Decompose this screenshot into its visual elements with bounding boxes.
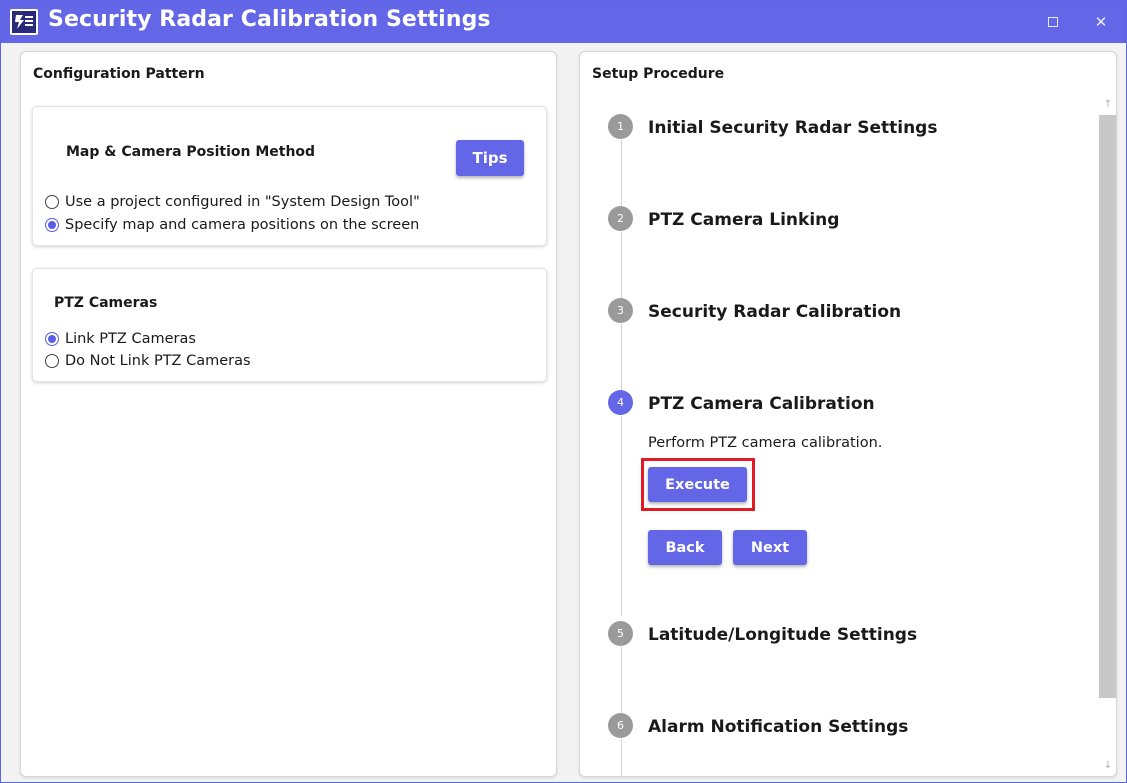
vertical-scrollbar[interactable]: ↑ ↓ xyxy=(1097,96,1116,776)
scroll-thumb[interactable] xyxy=(1099,115,1116,698)
step-ptz-camera-calibration[interactable]: PTZ Camera Calibration xyxy=(648,394,875,414)
ptz-cameras-card: PTZ Cameras Link PTZ Cameras Do Not Link… xyxy=(32,268,547,382)
step-number-badge: 3 xyxy=(608,298,633,323)
radio-use-project[interactable]: Use a project configured in "System Desi… xyxy=(45,192,420,212)
radio-specify-on-screen[interactable]: Specify map and camera positions on the … xyxy=(45,215,419,235)
maximize-button[interactable] xyxy=(1043,12,1063,32)
map-camera-position-card: Map & Camera Position Method Tips Use a … xyxy=(32,106,547,246)
radio-unchecked-icon xyxy=(45,354,59,368)
back-button[interactable]: Back xyxy=(648,530,722,565)
panel-title: Configuration Pattern xyxy=(33,66,205,82)
step-connector xyxy=(621,232,622,298)
tips-button[interactable]: Tips xyxy=(456,140,524,176)
radio-checked-icon xyxy=(45,332,59,346)
step-lat-long-settings[interactable]: Latitude/Longitude Settings xyxy=(648,625,917,645)
step-connector xyxy=(621,324,622,390)
step-number-badge-active: 4 xyxy=(608,390,633,415)
next-button[interactable]: Next xyxy=(733,530,807,565)
step-radar-calibration[interactable]: Security Radar Calibration xyxy=(648,302,901,322)
step-description: Perform PTZ camera calibration. xyxy=(648,435,883,451)
step-number-badge: 6 xyxy=(608,713,633,738)
step-connector xyxy=(621,416,622,616)
radio-label: Use a project configured in "System Desi… xyxy=(65,194,420,210)
radio-link-ptz[interactable]: Link PTZ Cameras xyxy=(45,329,196,349)
window-title: Security Radar Calibration Settings xyxy=(48,7,491,32)
step-number-badge: 1 xyxy=(608,114,633,139)
execute-button[interactable]: Execute xyxy=(648,467,747,502)
step-connector xyxy=(621,140,622,206)
radio-do-not-link-ptz[interactable]: Do Not Link PTZ Cameras xyxy=(45,351,251,371)
step-ptz-camera-linking[interactable]: PTZ Camera Linking xyxy=(648,210,839,230)
close-button[interactable]: ✕ xyxy=(1091,12,1111,32)
setup-procedure-panel: Setup Procedure 1 Initial Security Radar… xyxy=(579,51,1117,777)
step-initial-radar-settings[interactable]: Initial Security Radar Settings xyxy=(648,118,937,138)
step-connector xyxy=(621,647,622,713)
scroll-down-arrow-icon[interactable]: ↓ xyxy=(1099,758,1116,774)
step-number-badge: 2 xyxy=(608,206,633,231)
maximize-icon xyxy=(1048,16,1058,27)
radio-label: Specify map and camera positions on the … xyxy=(65,217,420,233)
configuration-pattern-panel: Configuration Pattern Map & Camera Posit… xyxy=(20,51,557,777)
step-alarm-notification-settings[interactable]: Alarm Notification Settings xyxy=(648,717,908,737)
radio-unchecked-icon xyxy=(45,195,59,209)
radio-label: Link PTZ Cameras xyxy=(65,331,196,347)
step-number-badge: 5 xyxy=(608,621,633,646)
step-connector xyxy=(621,739,622,776)
card-title: Map & Camera Position Method xyxy=(66,144,316,160)
radio-checked-icon xyxy=(45,218,59,232)
panel-title: Setup Procedure xyxy=(592,66,725,82)
app-window: Security Radar Calibration Settings ✕ Co… xyxy=(0,0,1127,783)
scroll-up-arrow-icon[interactable]: ↑ xyxy=(1099,97,1116,113)
radio-label: Do Not Link PTZ Cameras xyxy=(65,353,251,369)
title-bar: Security Radar Calibration Settings ✕ xyxy=(1,1,1126,43)
card-title: PTZ Cameras xyxy=(54,295,158,311)
app-logo-icon xyxy=(10,9,38,35)
